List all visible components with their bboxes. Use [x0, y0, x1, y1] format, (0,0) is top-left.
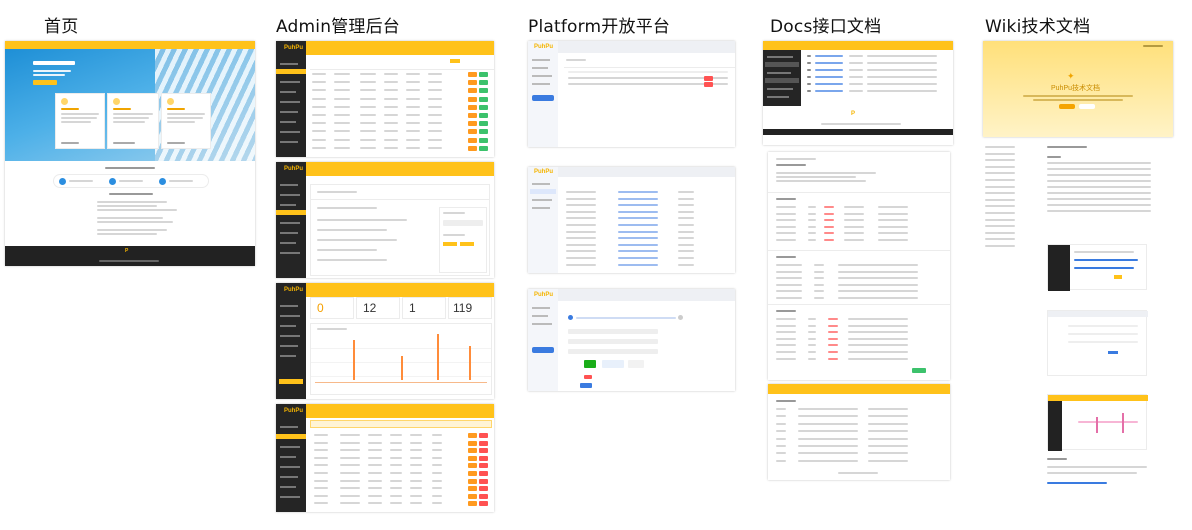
home-screenshot: P [5, 41, 255, 266]
wiki-image-3 [1047, 394, 1148, 451]
wechat-pay-logo [584, 360, 596, 368]
admin-dashboard-screenshot: PuhPu 0 12 1 119 [276, 283, 494, 399]
unionpay-logo [628, 360, 644, 368]
wiki-hero-screenshot: ✦ PuhPu技术文档 [983, 41, 1173, 137]
home-footer: P [5, 246, 255, 266]
stat-card-2: 12 [356, 297, 400, 319]
feature-card-1 [55, 93, 105, 149]
wiki-title: PuhPu技术文档 [1051, 85, 1101, 92]
stat-card-1: 0 [310, 297, 354, 319]
platform-apis-screenshot: PuhPu [528, 167, 735, 273]
feature-card-2 [107, 93, 159, 149]
platform-payment-screenshot: PuhPu [528, 289, 735, 391]
wiki-content-screenshot [983, 142, 1163, 487]
stat-value-4: 119 [453, 301, 473, 315]
stat-card-3: 1 [402, 297, 446, 319]
docs-detail-screenshot [768, 152, 950, 380]
stat-card-4: 119 [448, 297, 492, 319]
admin-sidebar: PuhPu [276, 41, 306, 157]
traffic-chart [310, 323, 492, 395]
stat-value-3: 1 [409, 301, 416, 315]
column-title-docs: Docs接口文档 [770, 17, 882, 37]
platform-list-screenshot: PuhPu [528, 41, 735, 147]
admin-header [276, 41, 494, 55]
paypal-logo [602, 360, 624, 368]
admin-table-screenshot: PuhPu [276, 41, 494, 157]
docs-list-screenshot: P [763, 41, 953, 145]
column-title-home: 首页 [44, 17, 79, 37]
docs-codes-screenshot [768, 384, 950, 480]
showcase-canvas: 首页 Admin管理后台 Platform开放平台 Docs接口文档 Wiki技… [0, 0, 1192, 530]
column-title-platform: Platform开放平台 [528, 17, 671, 37]
column-title-wiki: Wiki技术文档 [985, 17, 1091, 37]
stat-value-2: 12 [363, 301, 377, 315]
steps-bar [53, 174, 209, 188]
stat-value-1: 0 [317, 301, 324, 315]
hero-button[interactable] [33, 80, 57, 85]
home-navbar [5, 41, 255, 49]
wiki-image-1 [1047, 244, 1147, 291]
column-title-admin: Admin管理后台 [276, 17, 400, 37]
feature-card-3 [161, 93, 211, 149]
admin-list-screenshot: PuhPu [276, 404, 494, 512]
admin-form-screenshot: PuhPu [276, 162, 494, 278]
wiki-image-2 [1047, 310, 1148, 376]
